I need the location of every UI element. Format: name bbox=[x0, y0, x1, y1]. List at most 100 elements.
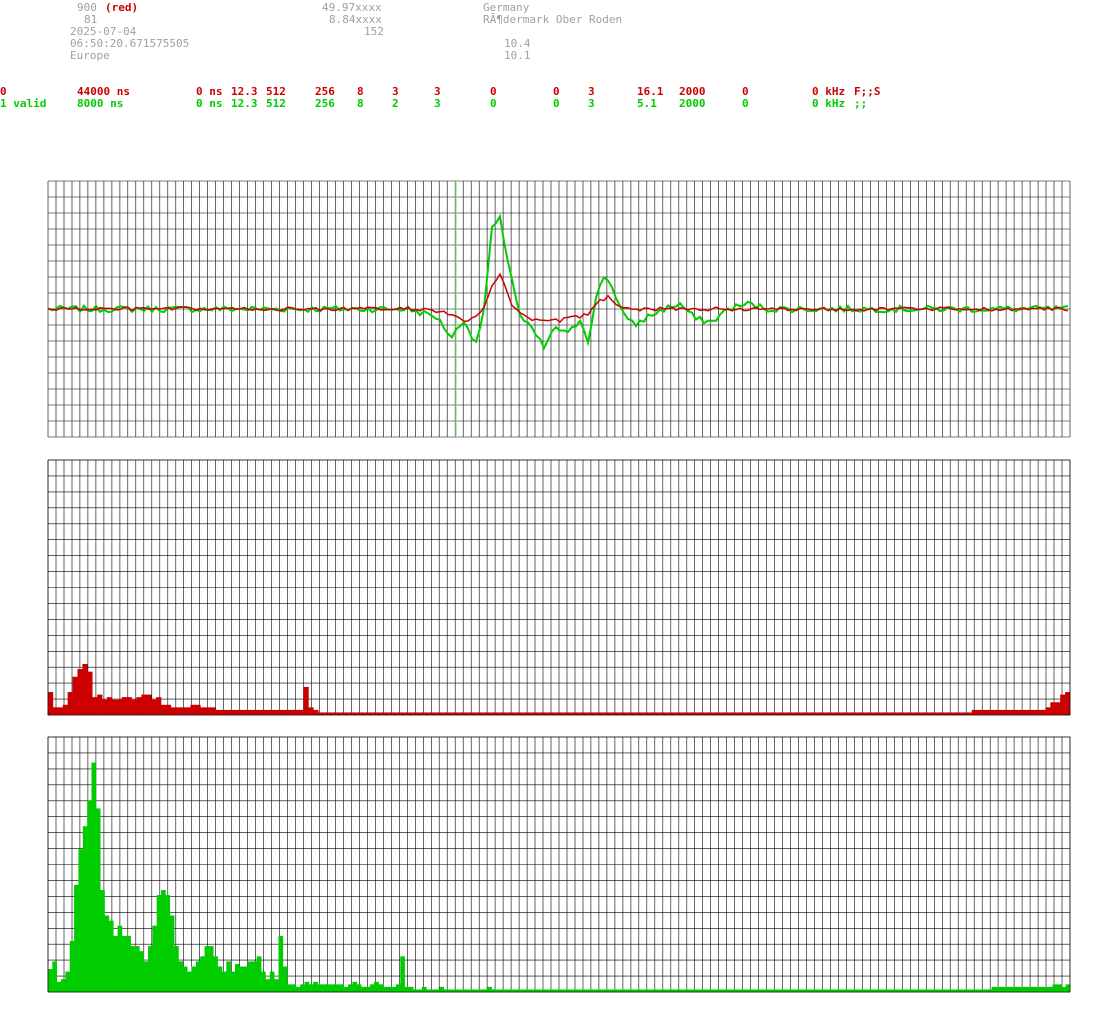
bar-1-125 bbox=[662, 712, 668, 715]
bar-1-111 bbox=[593, 712, 599, 715]
bar-2-101 bbox=[487, 986, 492, 992]
bar-2-203 bbox=[930, 989, 936, 992]
bar-2-33 bbox=[191, 966, 197, 992]
bar-2-129 bbox=[609, 989, 614, 992]
bar-1-182 bbox=[942, 712, 948, 715]
bar-1-30 bbox=[195, 704, 201, 715]
bar-2-20 bbox=[134, 946, 140, 992]
bar-1-79 bbox=[436, 712, 442, 715]
bar-2-168 bbox=[778, 989, 784, 992]
bar-1-24 bbox=[165, 704, 172, 715]
bar-2-41 bbox=[226, 961, 231, 992]
bar-2-24 bbox=[152, 925, 158, 992]
bar-1-183 bbox=[947, 712, 953, 715]
bar-1-8 bbox=[87, 671, 93, 715]
bar-1-28 bbox=[185, 707, 191, 715]
bar-1-152 bbox=[794, 712, 801, 715]
bar-2-232 bbox=[1056, 984, 1062, 992]
bar-2-89 bbox=[435, 989, 440, 992]
bar-2-176 bbox=[813, 989, 819, 992]
bar-1-198 bbox=[1020, 709, 1027, 715]
bar-1-181 bbox=[937, 712, 943, 715]
bar-2-66 bbox=[335, 984, 340, 992]
bar-1-196 bbox=[1011, 709, 1017, 715]
bar-2-189 bbox=[869, 989, 875, 992]
bar-1-146 bbox=[765, 712, 771, 715]
bar-2-109 bbox=[522, 989, 527, 992]
bar-1-67 bbox=[377, 712, 383, 715]
bar-2-107 bbox=[513, 989, 518, 992]
bar-2-141 bbox=[661, 989, 666, 992]
bar-2-82 bbox=[404, 986, 410, 992]
bar-2-88 bbox=[430, 989, 436, 992]
bar-2-113 bbox=[539, 989, 545, 992]
bar-1-204 bbox=[1050, 702, 1056, 715]
bar-2-209 bbox=[956, 989, 962, 992]
bar-2-138 bbox=[648, 989, 653, 992]
bar-2-26 bbox=[161, 890, 166, 992]
bar-2-77 bbox=[382, 986, 388, 992]
bar-2-174 bbox=[804, 989, 810, 992]
bar-2-153 bbox=[713, 989, 719, 992]
bar-2-30 bbox=[178, 961, 184, 992]
bar-2-69 bbox=[348, 984, 353, 992]
bar-2-188 bbox=[865, 989, 871, 992]
bar-2-11 bbox=[95, 808, 101, 992]
bar-1-154 bbox=[804, 712, 810, 715]
bar-2-193 bbox=[887, 989, 892, 992]
bar-1-140 bbox=[735, 712, 742, 715]
bar-1-86 bbox=[470, 712, 476, 715]
bar-2-202 bbox=[926, 989, 932, 992]
bar-1-169 bbox=[878, 712, 884, 715]
bar-2-185 bbox=[852, 989, 858, 992]
bar-2-71 bbox=[356, 984, 362, 992]
bar-2-73 bbox=[365, 986, 371, 992]
bar-1-143 bbox=[750, 712, 756, 715]
bar-2-16 bbox=[117, 925, 123, 992]
bar-1-191 bbox=[986, 709, 992, 715]
bar-2-98 bbox=[474, 989, 479, 992]
bar-1-12 bbox=[106, 697, 113, 715]
bar-2-158 bbox=[735, 989, 740, 992]
bar-2-56 bbox=[291, 984, 297, 992]
bar-1-43 bbox=[259, 709, 265, 715]
bar-1-166 bbox=[863, 712, 869, 715]
bar-1-129 bbox=[681, 712, 688, 715]
bar-2-214 bbox=[978, 989, 984, 992]
bar-2-186 bbox=[856, 989, 862, 992]
bar-2-1 bbox=[52, 961, 57, 992]
bar-1-71 bbox=[396, 712, 403, 715]
bar-2-62 bbox=[317, 984, 323, 992]
bar-1-155 bbox=[809, 712, 815, 715]
bar-1-137 bbox=[721, 712, 727, 715]
bar-1-138 bbox=[726, 712, 732, 715]
bar-1-68 bbox=[382, 712, 388, 715]
bar-1-70 bbox=[391, 712, 398, 715]
bar-1-38 bbox=[234, 709, 240, 715]
bar-1-139 bbox=[730, 712, 737, 715]
bar-2-140 bbox=[656, 989, 662, 992]
bar-1-148 bbox=[775, 712, 781, 715]
bar-1-202 bbox=[1040, 709, 1046, 715]
bar-1-3 bbox=[62, 704, 68, 715]
bar-2-115 bbox=[548, 989, 553, 992]
bar-2-104 bbox=[500, 989, 505, 992]
bar-1-205 bbox=[1055, 702, 1061, 715]
bar-1-206 bbox=[1060, 694, 1066, 715]
bar-2-142 bbox=[665, 989, 671, 992]
bar-1-193 bbox=[996, 709, 1002, 715]
bar-2-48 bbox=[256, 956, 262, 992]
bar-1-89 bbox=[485, 712, 491, 715]
bar-2-130 bbox=[613, 989, 619, 992]
bar-1-50 bbox=[293, 709, 299, 715]
bar-2-50 bbox=[265, 979, 271, 992]
bar-1-190 bbox=[981, 709, 987, 715]
bar-1-147 bbox=[770, 712, 776, 715]
bar-1-132 bbox=[696, 712, 702, 715]
bar-1-42 bbox=[254, 709, 260, 715]
bar-2-164 bbox=[761, 989, 766, 992]
bar-2-222 bbox=[1013, 986, 1019, 992]
bar-2-204 bbox=[935, 989, 940, 992]
charts-canvas bbox=[47, 180, 1071, 993]
bar-1-184 bbox=[952, 712, 958, 715]
